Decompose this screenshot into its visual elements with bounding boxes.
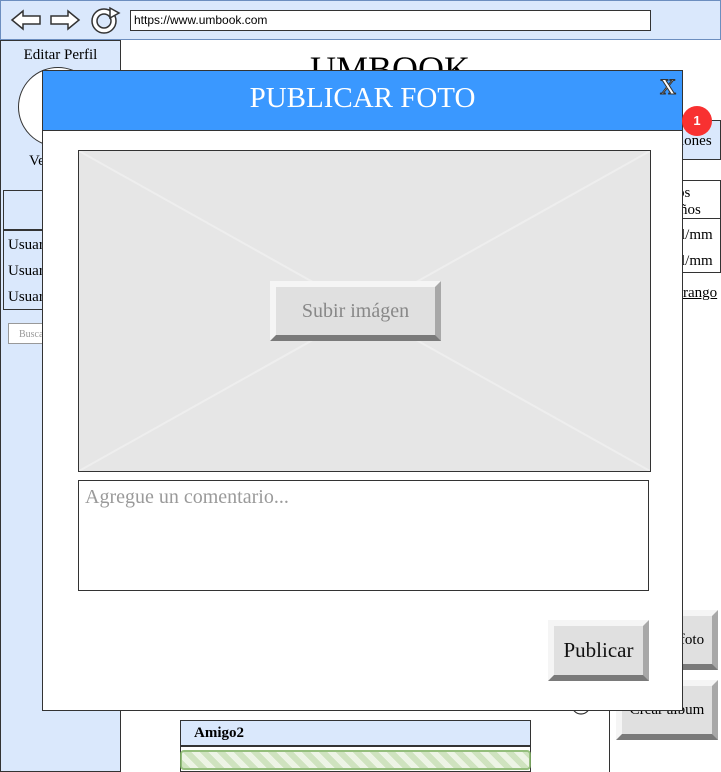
- notification-count-badge: 1: [682, 106, 712, 136]
- suggested-user-item[interactable]: Usuar: [8, 289, 44, 306]
- friend-header[interactable]: Amigo2: [180, 720, 531, 746]
- date-from-field[interactable]: l/mm: [681, 227, 713, 244]
- refresh-icon[interactable]: [88, 4, 122, 38]
- upload-photo-label: foto: [679, 632, 705, 648]
- suggested-user-item[interactable]: Usuar: [8, 237, 44, 254]
- date-to-field[interactable]: l/mm: [681, 253, 713, 270]
- arrow-left-icon[interactable]: [10, 8, 42, 32]
- suggested-user-item[interactable]: Usuar: [8, 263, 44, 280]
- date-range-link[interactable]: rango: [683, 285, 717, 302]
- edit-profile-link[interactable]: Editar Perfil: [0, 47, 121, 64]
- upload-image-button[interactable]: Subir imágen: [270, 281, 441, 341]
- arrow-right-icon[interactable]: [49, 8, 81, 32]
- friend-content-placeholder: [180, 750, 531, 770]
- url-bar[interactable]: https://www.umbook.com: [130, 10, 651, 31]
- publish-button[interactable]: Publicar: [548, 620, 649, 681]
- filter-label-line2: ños: [680, 202, 701, 218]
- close-icon[interactable]: X: [656, 74, 680, 99]
- dialog-title: PUBLICAR FOTO: [249, 82, 476, 114]
- comment-field[interactable]: [78, 480, 649, 591]
